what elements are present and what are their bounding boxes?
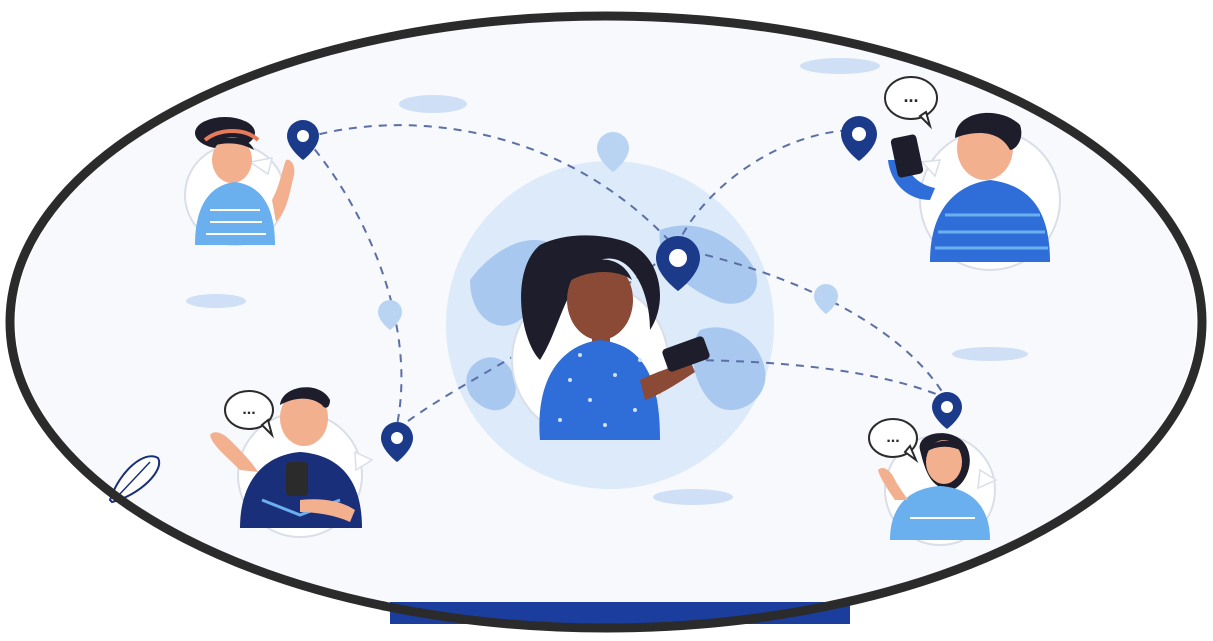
- phone-icon: [286, 462, 308, 496]
- cloud-icon: [653, 489, 733, 505]
- cloud-icon: [186, 294, 246, 308]
- speech-bubble-text: ...: [903, 86, 918, 106]
- cloud-icon: [952, 347, 1028, 361]
- cloud-icon: [800, 58, 880, 74]
- network-illustration: ... ... ...: [5, 11, 1207, 633]
- speech-bubble-text: ...: [886, 429, 899, 446]
- speech-bubble-text: ...: [242, 401, 255, 418]
- cloud-icon: [399, 95, 467, 113]
